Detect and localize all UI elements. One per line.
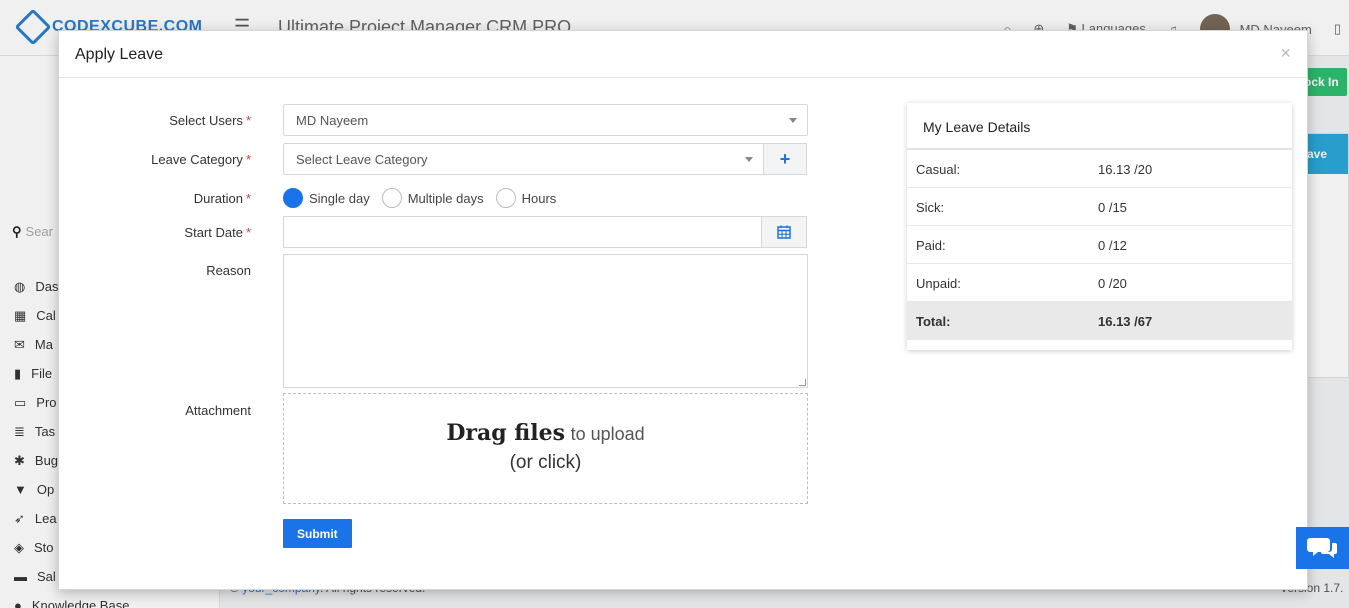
leave-category-label-text: Leave Category bbox=[151, 152, 243, 167]
select-users-label: Select Users * bbox=[169, 113, 251, 128]
leave-balance: 0 /12 bbox=[1098, 238, 1127, 253]
file-dropzone[interactable]: Drag files to upload (or click) bbox=[283, 393, 808, 504]
modal-header: Apply Leave × bbox=[59, 31, 1307, 78]
reason-label: Reason bbox=[206, 263, 251, 278]
leave-row-paid: Paid: 0 /12 bbox=[907, 226, 1292, 264]
leave-row-casual: Casual: 16.13 /20 bbox=[907, 150, 1292, 188]
attachment-label: Attachment bbox=[185, 403, 251, 418]
leave-total-value: 16.13 /67 bbox=[1098, 314, 1153, 329]
leave-category-dropdown[interactable]: Select Leave Category bbox=[283, 143, 764, 175]
radio-selected-icon bbox=[283, 188, 303, 208]
start-date-label-text: Start Date bbox=[184, 225, 243, 240]
radio-unselected-icon bbox=[495, 188, 516, 208]
resize-handle-icon[interactable] bbox=[799, 379, 806, 386]
leave-details-card: My Leave Details Casual: 16.13 /20 Sick:… bbox=[907, 103, 1292, 350]
chevron-down-icon bbox=[745, 157, 753, 162]
leave-details-title: My Leave Details bbox=[907, 103, 1292, 150]
radio-unselected-icon bbox=[381, 188, 402, 208]
calendar-button[interactable] bbox=[761, 216, 807, 248]
leave-category-placeholder: Select Leave Category bbox=[296, 152, 428, 167]
leave-balance: 0 /20 bbox=[1098, 276, 1127, 291]
radio-label: Single day bbox=[309, 190, 370, 206]
leave-type: Paid: bbox=[916, 238, 946, 253]
radio-label: Multiple days bbox=[407, 190, 484, 206]
radio-single-day[interactable]: Single day bbox=[283, 188, 370, 208]
start-date-input[interactable] bbox=[283, 216, 762, 248]
reason-textarea[interactable] bbox=[283, 254, 808, 388]
leave-type: Unpaid: bbox=[916, 276, 961, 291]
start-date-label: Start Date * bbox=[184, 225, 251, 240]
required-mark: * bbox=[245, 113, 251, 128]
dropzone-rest-text: to upload bbox=[570, 424, 645, 444]
chat-button[interactable] bbox=[1296, 527, 1349, 569]
required-mark: * bbox=[245, 225, 251, 240]
dropzone-line2: (or click) bbox=[509, 452, 582, 473]
add-category-button[interactable]: + bbox=[763, 143, 807, 175]
radio-multiple-days[interactable]: Multiple days bbox=[381, 188, 484, 208]
leave-row-total: Total: 16.13 /67 bbox=[907, 302, 1292, 340]
leave-total-label: Total: bbox=[916, 314, 951, 329]
duration-label: Duration * bbox=[194, 191, 251, 206]
radio-label: Hours bbox=[521, 190, 557, 206]
leave-category-label: Leave Category * bbox=[151, 152, 251, 167]
leave-row-sick: Sick: 0 /15 bbox=[907, 188, 1292, 226]
required-mark: * bbox=[245, 152, 251, 167]
duration-label-text: Duration bbox=[193, 191, 243, 206]
select-users-label-text: Select Users bbox=[169, 113, 243, 128]
leave-type: Casual: bbox=[916, 162, 961, 177]
submit-button[interactable]: Submit bbox=[283, 519, 352, 548]
close-icon[interactable]: × bbox=[1280, 43, 1291, 64]
select-users-value: MD Nayeem bbox=[296, 113, 369, 128]
leave-balance: 16.13 /20 bbox=[1098, 162, 1153, 177]
modal-title: Apply Leave bbox=[75, 46, 164, 63]
apply-leave-modal: Apply Leave × Select Users * MD Nayeem Le… bbox=[58, 30, 1308, 590]
leave-balance: 0 /15 bbox=[1098, 200, 1127, 215]
dropzone-bold-text: Drag files bbox=[446, 420, 566, 446]
leave-row-unpaid: Unpaid: 0 /20 bbox=[907, 264, 1292, 302]
dropzone-line1: Drag files to upload bbox=[284, 420, 807, 446]
leave-type: Sick: bbox=[916, 200, 945, 215]
chat-icon bbox=[1306, 538, 1337, 558]
radio-hours[interactable]: Hours bbox=[495, 188, 557, 208]
duration-radio-group: Single day Multiple days Hours bbox=[283, 188, 568, 208]
select-users-dropdown[interactable]: MD Nayeem bbox=[283, 104, 808, 136]
chevron-down-icon bbox=[789, 118, 797, 123]
required-mark: * bbox=[245, 191, 251, 206]
plus-icon: + bbox=[779, 148, 791, 169]
calendar-icon bbox=[777, 225, 791, 239]
